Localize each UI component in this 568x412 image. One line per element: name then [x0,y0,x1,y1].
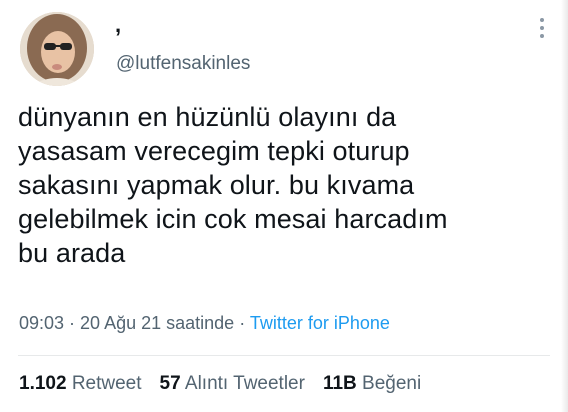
retweets-count: 1.102 [19,373,67,394]
likes-stat[interactable]: 11B Beğeni [323,373,421,394]
retweets-stat[interactable]: 1.102 Retweet [19,373,142,394]
tweet-text-line: yasasam verecegim tepki oturup [18,136,410,166]
avatar-photo [20,12,94,86]
page-edge-shadow [561,0,568,412]
username-handle[interactable]: @lutfensakinles [116,53,250,75]
timestamp[interactable]: 09:03 · 20 Ağu 21 saatinde [19,313,234,333]
retweets-label: Retweet [71,373,142,394]
quotes-count: 57 [159,373,181,394]
likes-count: 11B [322,373,357,394]
display-name[interactable]: , [115,12,121,38]
divider [18,355,550,356]
tweet-text: dünyanın en hüzünlü olayını da yasasam v… [18,100,548,270]
tweet-text-line: bu arada [18,238,126,268]
more-vertical-icon[interactable] [530,14,554,44]
tweet-text-line: sakasını yapmak olur. bu kıvama [18,170,415,200]
engagement-stats: 1.102 Retweet 57 Alıntı Tweetler 11B Beğen… [19,372,421,396]
likes-label: Beğeni [362,373,422,394]
source-link[interactable]: Twitter for iPhone [250,313,390,333]
avatar[interactable] [20,12,94,86]
tweet-text-line: dünyanın en hüzünlü olayını da [18,102,397,132]
tweet-text-line: gelebilmek icin cok mesai harcadım [18,204,448,234]
quotes-label: Alıntı Tweetler [184,373,305,394]
meta-separator: · [234,313,250,333]
quote-tweets-stat[interactable]: 57 Alıntı Tweetler [160,373,305,394]
tweet-card: , @lutfensakinles dünyanın en hüzünlü ol… [0,0,568,412]
tweet-metadata: 09:03 · 20 Ağu 21 saatinde · Twitter for… [19,311,390,335]
